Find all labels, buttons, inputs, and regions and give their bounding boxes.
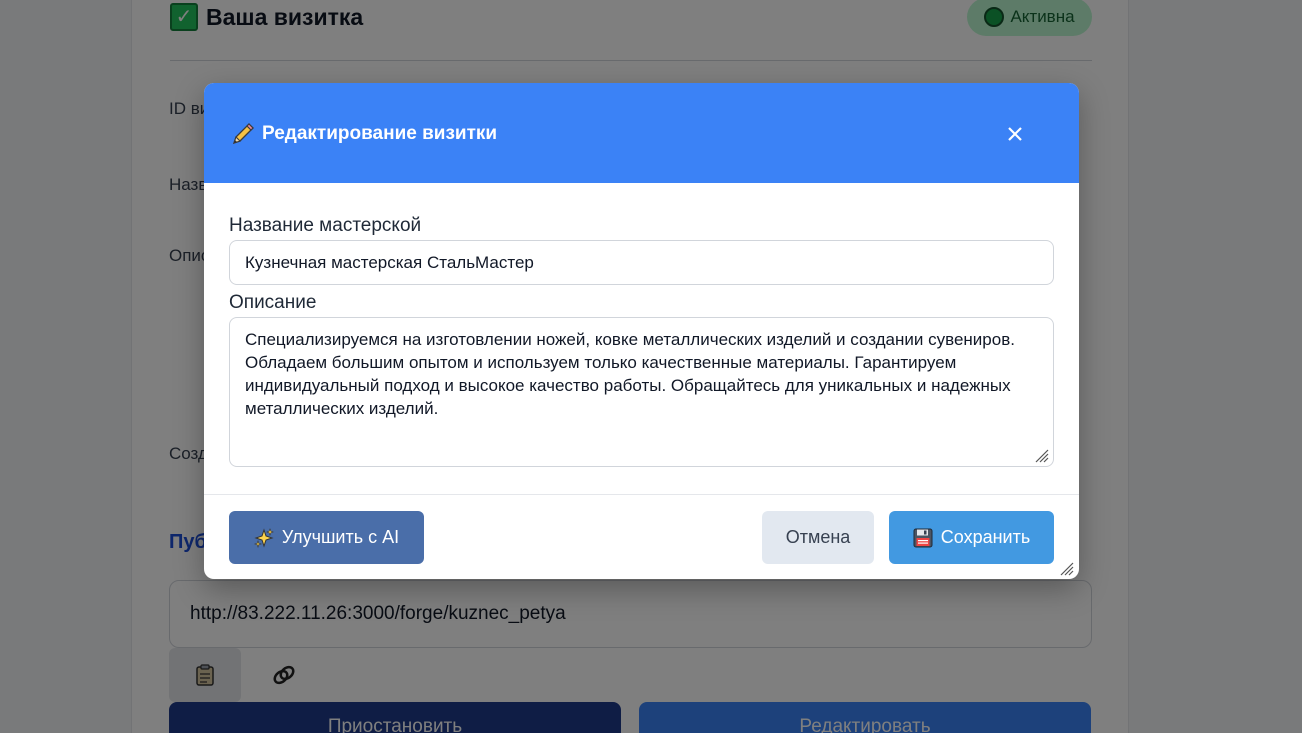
modal-title-text: Редактирование визитки [262,123,498,144]
close-icon [1008,127,1022,141]
cancel-button-label: Отмена [785,527,851,547]
save-button[interactable]: Сохранить [889,511,1054,564]
improve-with-ai-label: Улучшить с AI [281,527,400,547]
description-label: Описание [229,292,317,313]
footer-divider [204,494,1079,495]
modal-title: Редактирование визитки [230,121,497,147]
cancel-button[interactable]: Отмена [762,511,874,564]
modal-header: Редактирование визитки [204,83,1079,183]
workshop-name-label: Название мастерской [229,215,422,236]
close-button[interactable] [1000,119,1030,149]
description-textarea[interactable]: Специализируемся на изготовлении ножей, … [229,317,1054,467]
sparkles-icon [253,527,274,548]
textarea-resize-handle[interactable] [1033,447,1049,463]
improve-with-ai-button[interactable]: Улучшить с AI [229,511,424,564]
floppy-disk-icon [913,528,933,547]
pencil-icon [232,123,254,145]
save-button-label: Сохранить [940,527,1031,547]
workshop-name-input[interactable] [229,240,1054,285]
modal-resize-handle[interactable] [1058,560,1074,576]
edit-card-modal: Редактирование визитки Название мастерск… [204,83,1079,579]
